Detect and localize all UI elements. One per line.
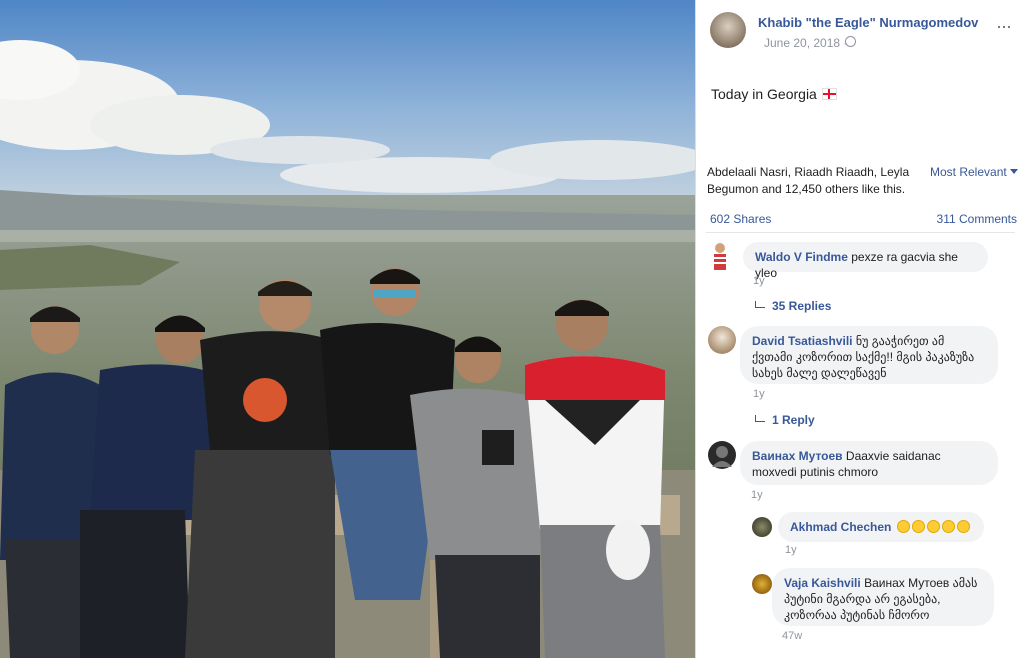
author-name[interactable]: Khabib "the Eagle" Nurmagomedov (758, 15, 978, 30)
author-avatar[interactable] (710, 12, 746, 48)
comment-reply: Vaja Kaishvili Ваинах Мутоев ამას პუტინი… (752, 568, 1012, 648)
likes-summary[interactable]: Abdelaali Nasri, Riaadh Riaadh, Leyla Be… (707, 164, 917, 198)
comment-bubble: Waldo V Findme pexze ra gacvia she yleo (743, 242, 988, 280)
avatar[interactable] (708, 441, 736, 469)
sort-label: Most Relevant (930, 165, 1007, 179)
more-icon[interactable]: ··· (996, 16, 1012, 37)
replies-label: 35 Replies (772, 299, 832, 313)
comment-time[interactable]: 1y (785, 544, 797, 556)
comment-author[interactable]: Vaja Kaishvili (784, 576, 861, 590)
comment-time[interactable]: 1y (753, 388, 765, 400)
post-photo[interactable] (0, 0, 695, 658)
globe-icon (845, 36, 856, 47)
comment-bubble: Ваинах Мутоев Daaxvie saidanac moxvedi p… (740, 441, 998, 485)
comment-time[interactable]: 1y (751, 489, 763, 501)
post-text: Today in Georgia (711, 86, 837, 102)
post-text-content: Today in Georgia (711, 86, 817, 102)
comment: Ваинах Мутоев Daaxvie saidanac moxvedi p… (708, 441, 1013, 507)
laughing-emoji-icon (895, 520, 970, 534)
post-header: Khabib "the Eagle" Nurmagomedov June 20,… (710, 12, 1015, 52)
comment-bubble: David Tsatiashvili ნუ გააჭირეთ ამ ქვთამი… (740, 326, 998, 384)
sort-dropdown[interactable]: Most Relevant (930, 165, 1018, 179)
flag-icon (821, 88, 837, 100)
divider (706, 232, 1015, 233)
comment-bubble: Vaja Kaishvili Ваинах Мутоев ამას პუტინი… (772, 568, 994, 626)
comments-count[interactable]: 311 Comments (937, 212, 1017, 226)
comment-author[interactable]: Ваинах Мутоев (752, 449, 843, 463)
post-date[interactable]: June 20, 2018 · (764, 36, 847, 50)
comment-reply: Akhmad Chechen 1y (752, 512, 1012, 558)
comment-time[interactable]: 1y (753, 275, 765, 287)
comment-author[interactable]: David Tsatiashvili (752, 334, 852, 348)
replies-label: 1 Reply (772, 413, 815, 427)
view-replies-link[interactable]: 35 Replies (755, 299, 831, 313)
comment: Waldo V Findme pexze ra gacvia she yleo … (710, 242, 1015, 322)
reply-arrow-icon (755, 301, 765, 308)
comment-time[interactable]: 47w (782, 630, 802, 642)
avatar[interactable] (752, 574, 772, 594)
post-sidebar: Khabib "the Eagle" Nurmagomedov June 20,… (695, 0, 1024, 658)
avatar[interactable] (710, 242, 730, 272)
comment-author[interactable]: Akhmad Chechen (790, 520, 891, 534)
view-replies-link[interactable]: 1 Reply (755, 413, 815, 427)
comment-author[interactable]: Waldo V Findme (755, 250, 848, 264)
reply-arrow-icon (755, 415, 765, 422)
avatar[interactable] (708, 326, 736, 354)
shares-count[interactable]: 602 Shares (710, 212, 771, 226)
comment: David Tsatiashvili ნუ გააჭირეთ ამ ქვთამი… (708, 326, 1013, 434)
caret-down-icon (1009, 169, 1018, 174)
avatar[interactable] (752, 517, 772, 537)
comment-bubble: Akhmad Chechen (778, 512, 984, 542)
